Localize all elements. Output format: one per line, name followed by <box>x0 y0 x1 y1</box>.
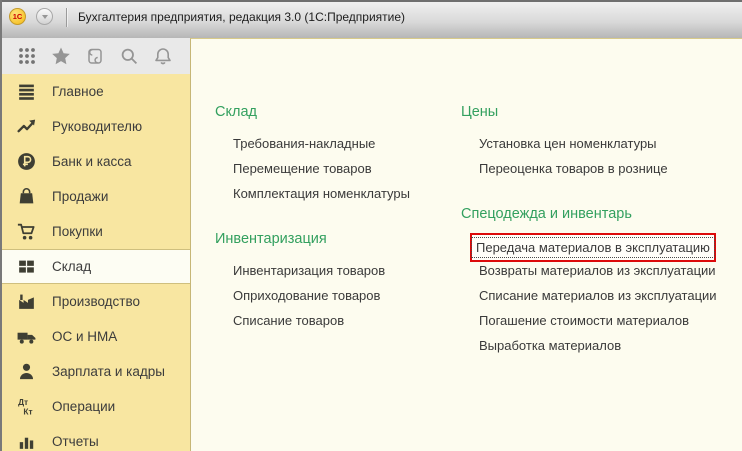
window-title: Бухгалтерия предприятия, редакция 3.0 (1… <box>78 10 406 24</box>
barchart-icon <box>16 431 37 451</box>
command-link-vyrabotka-materialov[interactable]: Выработка материалов <box>461 333 734 358</box>
apps-grid-icon[interactable] <box>16 45 38 67</box>
section-commands-panel: Склад Требования-накладные Перемещение тов… <box>190 38 742 451</box>
sidebar-item-pokupki[interactable]: Покупки <box>0 214 190 249</box>
truck-icon <box>16 326 37 347</box>
sidebar-item-label: Производство <box>52 294 141 309</box>
command-link-ustanovka-tsen-nomenklatury[interactable]: Установка цен номенклатуры <box>461 131 734 156</box>
main-menu-button[interactable] <box>36 8 53 25</box>
sidebar-item-operatsii[interactable]: Дт Кт Операции <box>0 389 190 424</box>
search-icon[interactable] <box>118 45 140 67</box>
person-icon <box>16 361 37 382</box>
command-link-trebovaniya-nakladnye[interactable]: Требования-накладные <box>215 131 461 156</box>
command-link-peremeshchenie-tovarov[interactable]: Перемещение товаров <box>215 156 461 181</box>
sidebar-item-os-i-nma[interactable]: ОС и НМА <box>0 319 190 354</box>
hamburger-icon <box>16 81 37 102</box>
sidebar-item-label: Банк и касса <box>52 154 132 169</box>
titlebar-separator <box>66 8 67 27</box>
command-link-vozvraty-materialov-iz-ekspluatatsii[interactable]: Возвраты материалов из эксплуатации <box>461 258 734 283</box>
sidebar-item-label: Главное <box>52 84 104 99</box>
bag-icon <box>16 186 37 207</box>
section-title-spetsodezhda-i-inventar: Спецодежда и инвентарь <box>461 206 632 222</box>
command-link-pogashenie-stoimosti-materialov[interactable]: Погашение стоимости материалов <box>461 308 734 333</box>
cart-icon <box>16 221 37 242</box>
1c-logo-icon: 1С <box>9 8 26 25</box>
command-link-oprikhodovanie-tovarov[interactable]: Оприходование товаров <box>215 283 461 308</box>
sidebar-item-otchety[interactable]: Отчеты <box>0 424 190 451</box>
sidebar-item-bank-i-kassa[interactable]: Банк и касса <box>0 144 190 179</box>
sidebar-item-label: Покупки <box>52 224 103 239</box>
section-tseny: Цены Установка цен номенклатуры Переоценка… <box>461 102 734 181</box>
notifications-bell-icon[interactable] <box>152 45 174 67</box>
command-link-pereotsenka-tovarov-v-roznitse[interactable]: Переоценка товаров в рознице <box>461 156 734 181</box>
commands-column-2: Цены Установка цен номенклатуры Переоценка… <box>461 102 734 451</box>
command-link-spisanie-tovarov[interactable]: Списание товаров <box>215 308 461 333</box>
ruble-icon <box>16 151 37 172</box>
section-spetsodezhda-i-inventar: Спецодежда и инвентарь Передача материало… <box>461 204 734 358</box>
sidebar-item-glavnoe[interactable]: Главное <box>0 74 190 109</box>
section-title-tseny: Цены <box>461 104 499 120</box>
sidebar-item-label: ОС и НМА <box>52 329 118 344</box>
sidebar-item-prodazhi[interactable]: Продажи <box>0 179 190 214</box>
sidebar-item-label: Склад <box>52 259 92 274</box>
favorites-star-icon[interactable] <box>50 45 72 67</box>
history-scroll-icon[interactable] <box>84 45 106 67</box>
sidebar-item-sklad[interactable]: Склад <box>0 249 190 284</box>
factory-icon <box>16 291 37 312</box>
sidebar-item-zarplata-i-kadry[interactable]: Зарплата и кадры <box>0 354 190 389</box>
window-left-border <box>0 0 2 451</box>
boxes-icon <box>16 256 37 277</box>
panel-tools-toolbar <box>0 38 190 74</box>
app-window: 1С Бухгалтерия предприятия, редакция 3.0… <box>0 0 742 451</box>
svg-text:Кт: Кт <box>23 406 32 416</box>
sidebar-item-label: Зарплата и кадры <box>52 364 165 379</box>
section-inventarizatsiya: Инвентаризация Инвентаризация товаров Опри… <box>215 229 461 333</box>
sidebar-item-label: Отчеты <box>52 434 99 449</box>
commands-column-1: Склад Требования-накладные Перемещение тов… <box>215 102 461 451</box>
sidebar-item-label: Операции <box>52 399 116 414</box>
sidebar-item-label: Руководителю <box>52 119 143 134</box>
sections-sidebar: Главное Руководителю Банк и касса Продажи По… <box>0 74 190 451</box>
trend-icon <box>16 116 37 137</box>
command-link-peredacha-materialov-v-ekspluatatsiyu[interactable]: Передача материалов в эксплуатацию <box>461 233 734 262</box>
dtkt-icon: Дт Кт <box>16 396 37 417</box>
command-link-label: Передача материалов в эксплуатацию <box>471 237 715 258</box>
command-link-inventarizatsiya-tovarov[interactable]: Инвентаризация товаров <box>215 258 461 283</box>
sidebar-item-proizvodstvo[interactable]: Производство <box>0 284 190 319</box>
window-titlebar: 1С Бухгалтерия предприятия, редакция 3.0… <box>0 0 742 38</box>
sidebar-item-rukovoditelyu[interactable]: Руководителю <box>0 109 190 144</box>
sidebar-item-label: Продажи <box>52 189 109 204</box>
command-link-komplektatsiya-nomenklatury[interactable]: Комплектация номенклатуры <box>215 181 461 206</box>
section-title-inventarizatsiya: Инвентаризация <box>215 231 327 247</box>
chevron-down-icon <box>41 15 48 19</box>
section-sklad: Склад Требования-накладные Перемещение тов… <box>215 102 461 206</box>
section-title-sklad: Склад <box>215 104 257 120</box>
command-link-spisanie-materialov-iz-ekspluatatsii[interactable]: Списание материалов из эксплуатации <box>461 283 734 308</box>
